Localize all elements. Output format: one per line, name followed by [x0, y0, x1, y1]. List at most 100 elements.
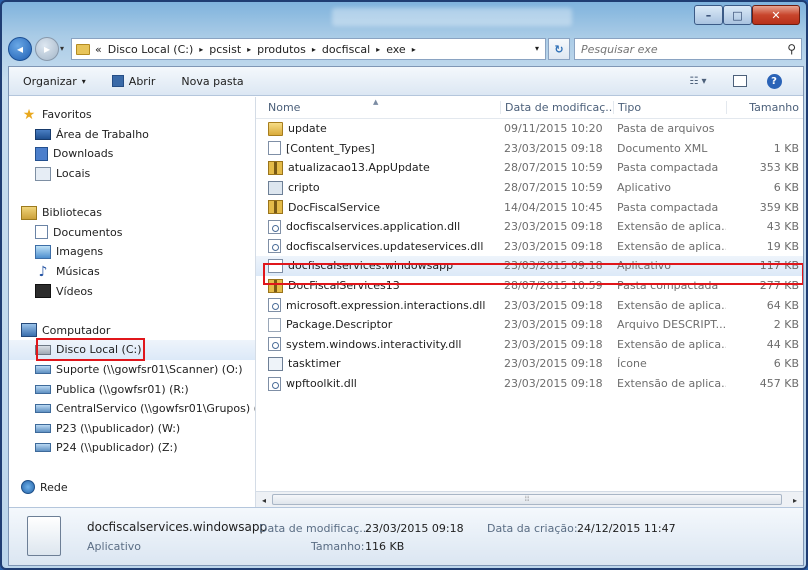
forward-button[interactable]: ▸ — [35, 37, 59, 61]
file-row[interactable]: [Content_Types] 23/03/2015 09:18 Documento… — [256, 139, 803, 159]
new-folder-button[interactable]: Nova pasta — [175, 72, 249, 91]
nav-videos[interactable]: Vídeos — [9, 281, 255, 301]
details-pane: docfiscalservices.windowsapp Aplicativo … — [9, 507, 803, 565]
nav-central-drive[interactable]: CentralServico (\\gowfsr01\Grupos) (S — [9, 399, 255, 419]
file-row[interactable]: atualizacao13.AppUpdate 28/07/2015 10:59 P… — [256, 158, 803, 178]
nav-support-drive[interactable]: Suporte (\\gowfsr01\Scanner) (O:) — [9, 360, 255, 380]
maximize-button[interactable]: □ — [723, 5, 752, 25]
nav-local-disk[interactable]: Disco Local (C:) — [9, 340, 255, 360]
help-icon[interactable]: ? — [765, 72, 783, 90]
file-row[interactable]: system.windows.interactivity.dll 23/03/20… — [256, 335, 803, 355]
nav-documents[interactable]: Documentos — [9, 223, 255, 243]
open-label: Abrir — [128, 74, 156, 88]
file-name: docfiscalservices.updateservices.dll — [286, 239, 484, 253]
application-icon — [268, 180, 283, 195]
nav-libraries[interactable]: Bibliotecas — [9, 203, 255, 223]
column-date[interactable]: Data de modificaç... — [500, 101, 613, 114]
close-button[interactable]: ✕ — [752, 5, 800, 25]
file-row[interactable]: docfiscalservices.application.dll 23/03/2… — [256, 217, 803, 237]
file-row[interactable]: wpftoolkit.dll 23/03/2015 09:18 Extensão d… — [256, 374, 803, 394]
file-row-selected[interactable]: docfiscalservices.windowsapp 23/03/2015 0… — [256, 256, 803, 276]
recent-pages-dropdown[interactable]: ▾ — [60, 44, 64, 53]
horizontal-scrollbar[interactable]: ◂ ⦙⦙⦙ ▸ — [256, 491, 803, 507]
file-row[interactable]: cripto 28/07/2015 10:59 Aplicativo 6 KB — [256, 178, 803, 198]
search-box[interactable]: ⚲ — [574, 38, 802, 60]
file-size: 44 KB — [766, 337, 799, 351]
sort-ascending-icon: ▲ — [373, 98, 379, 106]
breadcrumb-disk[interactable]: Disco Local (C:) — [108, 43, 194, 56]
nav-locals[interactable]: Locais — [9, 164, 255, 184]
xml-file-icon — [268, 141, 281, 156]
breadcrumb-exe[interactable]: exe — [386, 43, 406, 56]
open-button[interactable]: Abrir — [106, 72, 162, 91]
nav-p24-drive[interactable]: P24 (\\publicador) (Z:) — [9, 438, 255, 458]
nav-images[interactable]: Imagens — [9, 242, 255, 262]
file-size: 1 KB — [773, 141, 799, 155]
nav-p23-drive[interactable]: P23 (\\publicador) (W:) — [9, 419, 255, 439]
file-row[interactable]: tasktimer 23/03/2015 09:18 Ícone 6 KB — [256, 354, 803, 374]
nav-public-drive[interactable]: Publica (\\gowfsr01) (R:) — [9, 379, 255, 399]
search-input[interactable] — [581, 42, 771, 56]
nav-network[interactable]: Rede — [9, 477, 255, 497]
blurred-title — [332, 8, 572, 26]
nav-music[interactable]: ♪ Músicas — [9, 262, 255, 282]
computer-icon — [21, 323, 37, 338]
search-icon[interactable]: ⚲ — [787, 42, 796, 56]
file-row[interactable]: update 09/11/2015 10:20 Pasta de arquivos — [256, 119, 803, 139]
breadcrumb-separator[interactable]: ▸ — [199, 45, 203, 54]
file-name: docfiscalservices.windowsapp — [288, 259, 454, 273]
address-bar[interactable]: « Disco Local (C:) ▸ pcsist ▸ produtos ▸… — [71, 38, 546, 60]
file-date: 23/03/2015 09:18 — [504, 298, 603, 312]
file-date: 23/03/2015 09:18 — [504, 318, 603, 332]
file-row[interactable]: DocFiscalService 14/04/2015 10:45 Pasta co… — [256, 197, 803, 217]
nav-label: Bibliotecas — [42, 206, 103, 220]
breadcrumb-pcsist[interactable]: pcsist — [209, 43, 241, 56]
nav-label: CentralServico (\\gowfsr01\Grupos) (S — [56, 402, 256, 416]
network-drive-icon — [35, 384, 51, 394]
nav-computer[interactable]: Computador — [9, 321, 255, 341]
title-bar[interactable]: – □ ✕ — [2, 2, 806, 34]
file-type: Pasta compactada — [617, 200, 719, 214]
details-file-type: Aplicativo — [87, 540, 142, 553]
nav-downloads[interactable]: Downloads — [9, 144, 255, 164]
nav-favorites[interactable]: ★ Favoritos — [9, 105, 255, 125]
file-row[interactable]: microsoft.expression.interactions.dll 23/… — [256, 295, 803, 315]
explorer-body: Organizar ▾ Abrir Nova pasta ☷ ▾ ? ★ Favo… — [8, 66, 804, 566]
view-options-icon[interactable]: ☷ ▾ — [681, 72, 715, 90]
organize-button[interactable]: Organizar ▾ — [17, 72, 92, 91]
folder-icon — [268, 121, 283, 136]
breadcrumb-separator[interactable]: ▸ — [247, 45, 251, 54]
documents-icon — [35, 225, 48, 240]
file-row[interactable]: DocFiscalServices13 28/07/2015 10:59 Pasta… — [256, 276, 803, 296]
file-size: 117 KB — [759, 259, 799, 273]
dll-file-icon — [268, 298, 281, 313]
file-row[interactable]: docfiscalservices.updateservices.dll 23/0… — [256, 237, 803, 257]
file-type: Pasta compactada — [617, 279, 719, 293]
scroll-right-icon[interactable]: ▸ — [787, 492, 803, 507]
file-row[interactable]: Package.Descriptor 23/03/2015 09:18 Arquiv… — [256, 315, 803, 335]
address-dropdown-icon[interactable]: ▾ — [535, 44, 539, 53]
dll-file-icon — [268, 376, 281, 391]
chevron-down-icon: ▾ — [81, 76, 86, 86]
minimize-button[interactable]: – — [694, 5, 723, 25]
breadcrumb-produtos[interactable]: produtos — [257, 43, 306, 56]
column-size[interactable]: Tamanho — [726, 101, 803, 114]
scroll-thumb[interactable]: ⦙⦙⦙ — [272, 494, 782, 505]
breadcrumb-separator[interactable]: ▸ — [376, 45, 380, 54]
breadcrumb-separator[interactable]: ▸ — [412, 45, 416, 54]
column-type[interactable]: Tipo — [613, 101, 726, 114]
file-size: 359 KB — [759, 200, 799, 214]
breadcrumb-docfiscal[interactable]: docfiscal — [322, 43, 370, 56]
file-name: wpftoolkit.dll — [286, 377, 357, 391]
breadcrumb-overflow[interactable]: « — [95, 43, 102, 56]
file-type: Pasta compactada — [617, 161, 719, 175]
preview-pane-icon[interactable] — [731, 72, 749, 90]
back-button[interactable]: ◂ — [8, 37, 32, 61]
nav-desktop[interactable]: Área de Trabalho — [9, 125, 255, 145]
nav-label: Downloads — [53, 147, 114, 161]
breadcrumb-separator[interactable]: ▸ — [312, 45, 316, 54]
scroll-left-icon[interactable]: ◂ — [256, 492, 272, 507]
refresh-button[interactable]: ↻ — [548, 38, 570, 60]
network-drive-icon — [35, 423, 51, 433]
